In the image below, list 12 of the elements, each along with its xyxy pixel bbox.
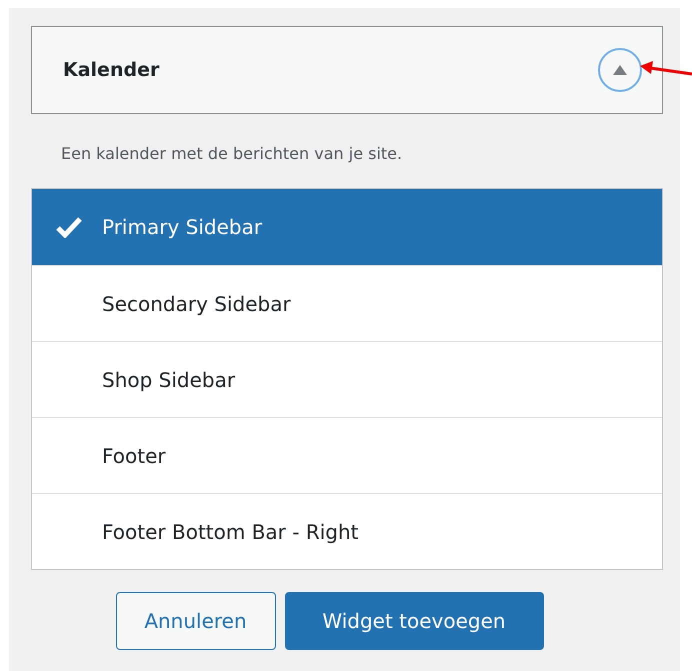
area-option[interactable]: Footer bbox=[32, 417, 662, 493]
widget-description: Een kalender met de berichten van je site. bbox=[61, 144, 404, 163]
area-option[interactable]: Primary Sidebar bbox=[32, 189, 662, 265]
area-option[interactable]: Secondary Sidebar bbox=[32, 265, 662, 341]
area-option[interactable]: Footer Bottom Bar - Right bbox=[32, 493, 662, 569]
add-widget-button[interactable]: Widget toevoegen bbox=[284, 592, 544, 650]
check-icon bbox=[56, 216, 82, 238]
triangle-icon bbox=[613, 65, 627, 75]
area-option[interactable]: Shop Sidebar bbox=[32, 341, 662, 417]
cancel-button[interactable]: Annuleren bbox=[116, 592, 276, 650]
widget-title: Kalender bbox=[63, 59, 160, 81]
toggle-button[interactable] bbox=[598, 48, 642, 92]
